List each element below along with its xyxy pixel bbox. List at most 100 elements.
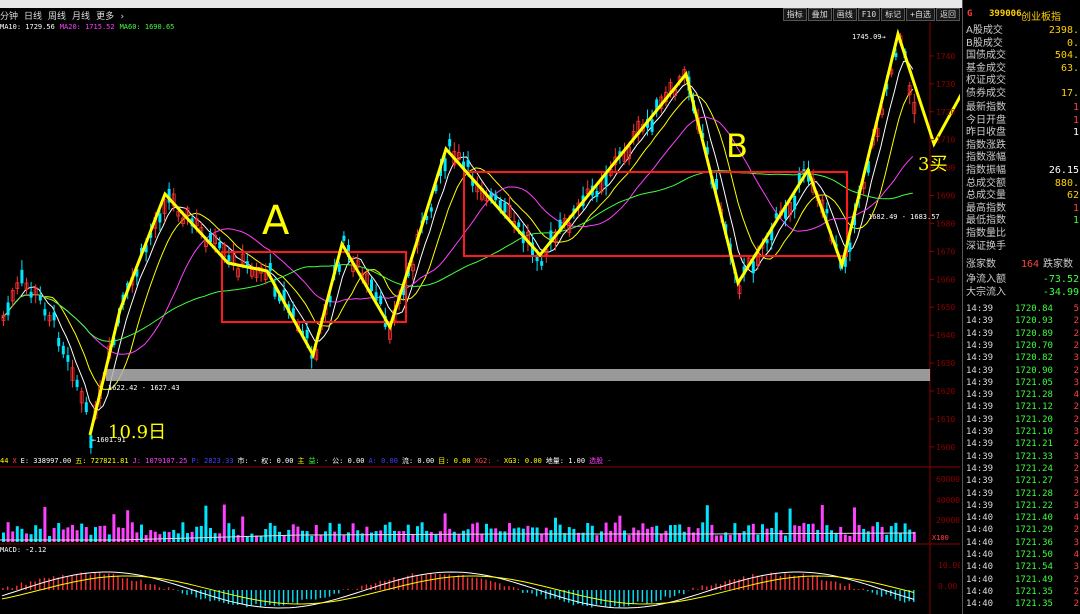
volume-bar [296, 526, 300, 542]
indicator-legend-item: 五: 727821.81 [75, 457, 129, 465]
tick-price: 1721.12 [1015, 402, 1053, 413]
volume-bar [420, 522, 424, 542]
stat-label: 最低指数 [966, 215, 1006, 227]
volume-bar [347, 532, 350, 542]
volume-bar [172, 529, 176, 542]
volume-bar [880, 526, 884, 542]
toolbar-button-2[interactable]: 画线 [832, 8, 857, 21]
tick-time: 14:39 [966, 340, 994, 351]
indicator-legend-item: 权: 0.00 [261, 457, 294, 465]
tick-volume: 2 [1073, 599, 1079, 610]
volume-bar [126, 510, 130, 542]
volume-bar [678, 524, 682, 542]
candle-body [370, 279, 373, 292]
menu-item-0[interactable]: 分钟 [0, 12, 18, 22]
candle-body [443, 158, 447, 172]
tick-row: 14:39 1720.89 2 [963, 328, 1080, 340]
tick-volume: 4 [1073, 550, 1079, 560]
tick-time: 14:40 [966, 550, 994, 560]
volume-bar [29, 534, 33, 542]
volume-bar [659, 533, 663, 542]
volume-bar [466, 529, 470, 542]
volume-bar [480, 533, 484, 542]
tick-volume: 2 [1073, 586, 1079, 597]
tick-row: 14:40 1721.50 4 [963, 549, 1080, 561]
toolbar-button-6[interactable]: 返回 [936, 8, 960, 21]
price-tick-label: 1630 [936, 359, 955, 368]
candle-body [540, 261, 544, 266]
ma-line [1, 60, 914, 411]
volume-bar [623, 530, 626, 542]
volume-bar [379, 530, 383, 542]
pivot-box-b [463, 171, 848, 257]
price-tick-label: 1730 [936, 80, 955, 89]
volume-bar [89, 534, 93, 542]
volume-bar [830, 530, 833, 542]
volume-bar [687, 527, 691, 542]
tick-row: 14:39 1721.10 3 [963, 426, 1080, 438]
indicator-legend-item: 目: 0.00 [438, 457, 471, 465]
volume-bar [310, 535, 314, 542]
volume-bars [2, 504, 916, 542]
indicator-legend-item: A: 0.00 [368, 457, 398, 465]
band-right-tag: 1682.49 - 1683.57 [868, 213, 940, 221]
price-tick-label: 1610 [936, 415, 955, 424]
tick-row: 14:40 1721.36 3 [963, 537, 1080, 549]
volume-bar [489, 528, 493, 542]
volume-bar [291, 524, 295, 542]
menu-item-2[interactable]: 周线 [48, 12, 66, 22]
tick-price: 1721.27 [1015, 476, 1053, 487]
volume-bar [774, 512, 778, 542]
tick-price: 1720.90 [1015, 365, 1053, 376]
candle-body [503, 202, 507, 213]
tick-volume: 2 [1073, 463, 1079, 474]
indicator-legend-item: 市: - [237, 457, 258, 465]
toolbar-button-0[interactable]: 指标 [782, 8, 807, 21]
candle-body [650, 119, 654, 132]
chart-toolbar: 分钟 日线 周线 月线 更多 › 指标 叠加 画线 F10 标记 +自选 返回 [0, 8, 960, 22]
volume-bar [604, 522, 608, 542]
stat-label: 指数量比 [966, 228, 1006, 239]
toolbar-button-4[interactable]: 标记 [881, 8, 906, 21]
toolbar-button-5[interactable]: +自选 [906, 8, 935, 21]
tick-time: 14:40 [966, 599, 994, 610]
volume-bar [227, 523, 231, 542]
volume-bar [278, 531, 281, 542]
label-a: A [262, 198, 290, 244]
candle-body [793, 195, 797, 210]
tick-volume: 3 [1073, 476, 1079, 487]
menu-item-1[interactable]: 日线 [24, 12, 42, 22]
tick-time: 14:39 [966, 476, 994, 487]
stat-value: 1 [1072, 114, 1079, 126]
breadth-row: 涨家数 164 跌家数 [963, 259, 1080, 271]
tick-time: 14:40 [966, 586, 994, 597]
volume-bar [337, 523, 341, 542]
volume-bar [779, 530, 783, 542]
volume-bar [328, 522, 332, 542]
volume-bar [894, 522, 898, 542]
kline-chart[interactable]: 1740173017201710170016901680167016601650… [0, 22, 960, 614]
volume-bar [393, 530, 396, 542]
volume-bar [719, 535, 723, 542]
volume-bar [701, 522, 705, 542]
stat-row: 权证成交 [963, 75, 1080, 87]
price-tick-label: 1650 [936, 303, 955, 312]
candle-body [84, 402, 88, 413]
menu-item-3[interactable]: 月线 [72, 12, 90, 22]
tick-price: 1721.21 [1015, 439, 1053, 450]
tick-time: 14:39 [966, 488, 994, 499]
price-tick-label: 1720 [936, 108, 955, 117]
label-b: B [726, 127, 748, 165]
volume-bar [733, 523, 737, 542]
toolbar-button-1[interactable]: 叠加 [807, 8, 832, 21]
tick-time: 14:39 [966, 439, 994, 450]
volume-bar [554, 517, 557, 542]
candle-body [158, 213, 162, 223]
indicator-legend-item: 流: 0.00 [401, 457, 435, 465]
candle-body [448, 139, 452, 147]
volume-bar [163, 531, 166, 542]
indicator-legend-item: 公: 0.00 [332, 457, 365, 465]
menu-item-4[interactable]: 更多 › [96, 12, 125, 22]
toolbar-button-3[interactable]: F10 [857, 8, 881, 21]
tick-time: 14:40 [966, 574, 994, 585]
